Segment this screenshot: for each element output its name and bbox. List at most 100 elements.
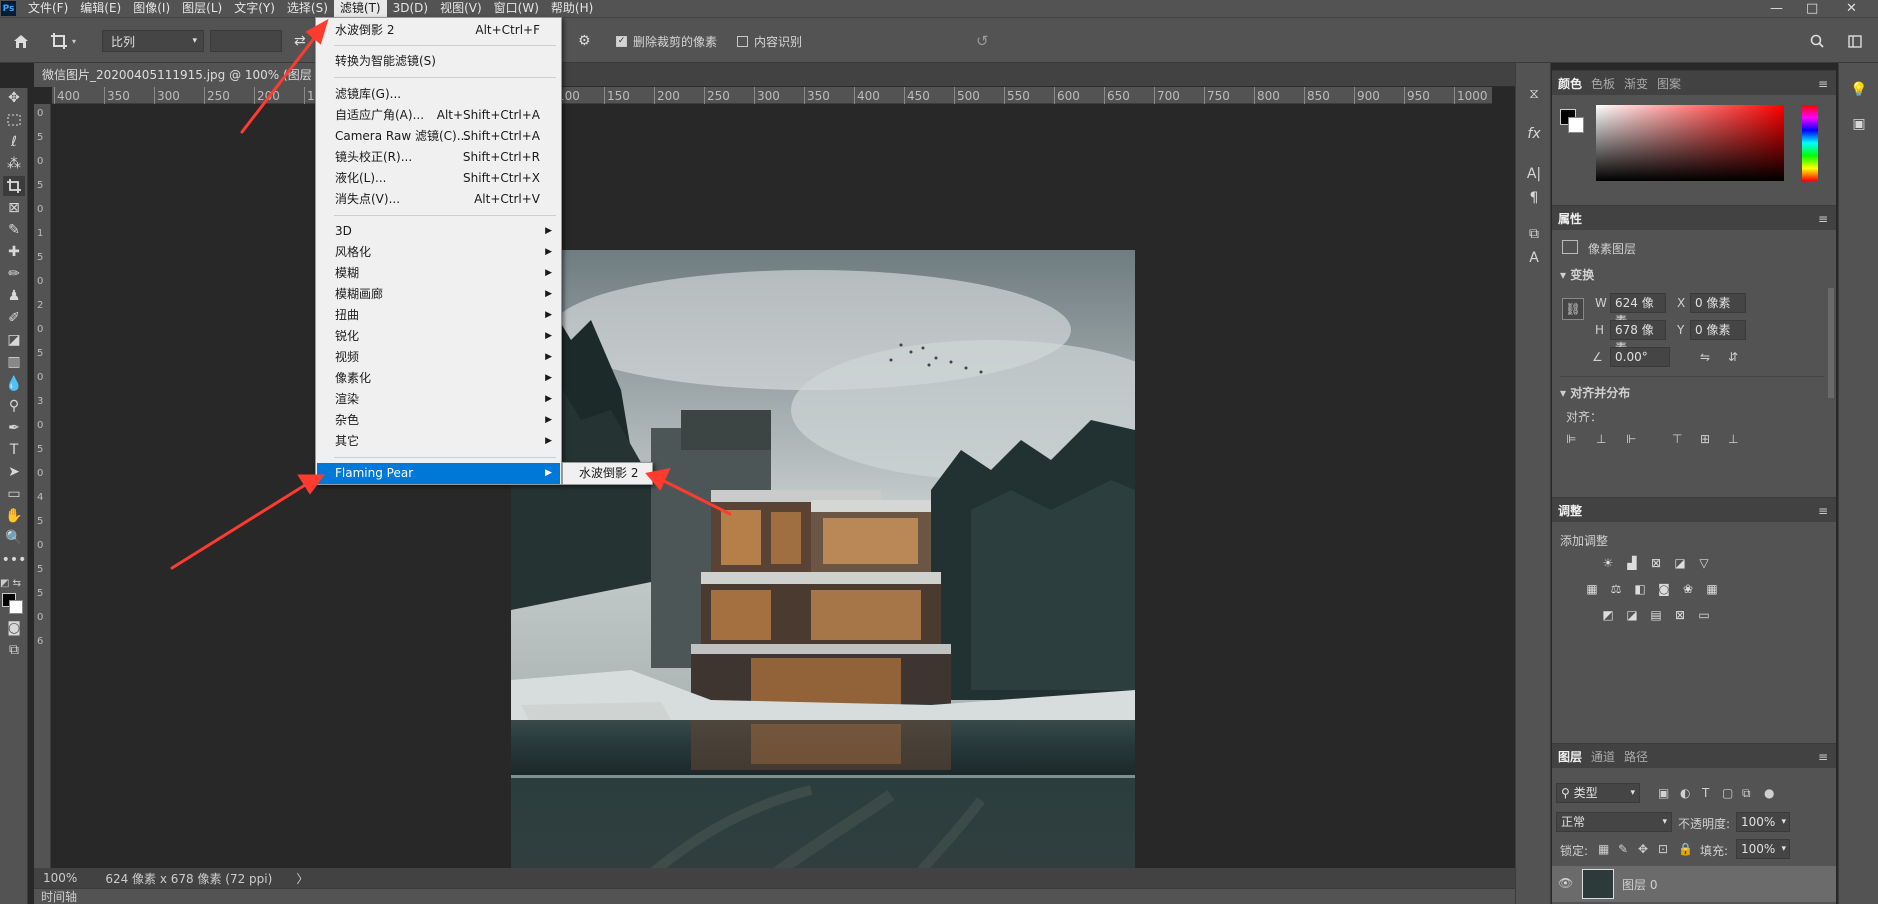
menu-item-distort[interactable]: 扭曲 ▶ <box>317 305 560 326</box>
document-image[interactable] <box>511 250 1135 904</box>
hue-slider[interactable] <box>1802 105 1818 181</box>
screen-mode-icon[interactable]: ⧉ <box>3 640 25 660</box>
eyedropper-icon[interactable]: ✎ <box>3 220 25 240</box>
glyphs-icon[interactable]: A <box>1522 247 1546 269</box>
learn-lightbulb-icon[interactable]: 💡 <box>1847 79 1871 101</box>
tab-patterns[interactable]: 图案 <box>1657 75 1690 92</box>
menu-item-adaptive-wide[interactable]: 自适应广角(A)... Alt+Shift+Ctrl+A <box>317 105 560 126</box>
menu-image[interactable]: 图像(I) <box>127 0 176 17</box>
hue-saturation-icon[interactable]: ▦ <box>1584 582 1600 596</box>
rectangle-tool-icon[interactable]: ▭ <box>3 484 25 504</box>
pen-tool-icon[interactable]: ✒ <box>3 418 25 438</box>
properties-title[interactable]: 属性 <box>1558 210 1591 227</box>
frame-tool-icon[interactable]: ⊠ <box>3 198 25 218</box>
menu-file[interactable]: 文件(F) <box>22 0 74 17</box>
visibility-eye-icon[interactable]: 👁 <box>1558 876 1573 890</box>
reset-icon[interactable]: ↺ <box>976 18 989 64</box>
menu-item-pixelate[interactable]: 像素化 ▶ <box>317 368 560 389</box>
workspace-icon[interactable] <box>1848 18 1862 64</box>
menu-edit[interactable]: 编辑(E) <box>74 0 127 17</box>
layer-filter-dropdown[interactable]: ⚲ 类型 ▾ <box>1556 783 1640 803</box>
invert-icon[interactable]: ◩ <box>1600 608 1616 622</box>
filter-adjust-icon[interactable]: ◐ <box>1680 786 1690 800</box>
menu-item-render[interactable]: 渲染 ▶ <box>317 389 560 410</box>
align-bottom-icon[interactable]: ⊥ <box>1728 432 1738 446</box>
channel-mixer-icon[interactable]: ❀ <box>1680 582 1696 596</box>
menu-item-filter-gallery[interactable]: 滤镜库(G)... <box>317 84 560 105</box>
flip-vertical-icon[interactable]: ⇵ <box>1728 350 1738 364</box>
menu-filter[interactable]: 滤镜(T) <box>333 0 387 17</box>
tab-layers[interactable]: 图层 <box>1558 748 1591 765</box>
minimize-button[interactable]: — <box>1770 0 1783 17</box>
menu-view[interactable]: 视图(V) <box>434 0 488 17</box>
exposure-icon[interactable]: ◪ <box>1672 556 1688 570</box>
black-white-icon[interactable]: ◧ <box>1632 582 1648 596</box>
filter-type-icon[interactable]: T <box>1702 786 1709 800</box>
hand-tool-icon[interactable]: ✋ <box>3 506 25 526</box>
menu-3d[interactable]: 3D(D) <box>387 0 434 17</box>
menu-item-last-filter[interactable]: 水波倒影 2 Alt+Ctrl+F <box>317 20 560 41</box>
gear-icon[interactable]: ⚙ <box>578 18 591 64</box>
properties-scrollbar[interactable] <box>1828 288 1834 398</box>
curves-icon[interactable]: ⊠ <box>1648 556 1664 570</box>
menu-item-lens-correction[interactable]: 镜头校正(R)... Shift+Ctrl+R <box>317 147 560 168</box>
tab-color[interactable]: 颜色 <box>1558 75 1591 92</box>
align-left-icon[interactable]: ⊫ <box>1566 432 1576 446</box>
filter-toggle-icon[interactable]: ● <box>1764 786 1774 800</box>
filter-shape-icon[interactable]: ▢ <box>1722 786 1733 800</box>
move-tool-icon[interactable]: ✥ <box>3 88 25 108</box>
eraser-icon[interactable]: ◪ <box>3 330 25 350</box>
adjustments-title[interactable]: 调整 <box>1558 502 1591 519</box>
blend-mode-dropdown[interactable]: 正常 ▾ <box>1556 812 1672 832</box>
levels-icon[interactable]: ▟ <box>1624 556 1640 570</box>
zoom-level[interactable]: 100% <box>43 871 77 885</box>
tab-gradients[interactable]: 渐变 <box>1624 75 1657 92</box>
y-field[interactable]: 0 像素 <box>1690 320 1746 340</box>
gradient-map-icon[interactable]: ▭ <box>1696 608 1712 622</box>
lock-all-icon[interactable]: 🔒 <box>1678 842 1693 856</box>
menu-item-other[interactable]: 其它 ▶ <box>317 431 560 452</box>
tab-swatches[interactable]: 色板 <box>1591 75 1624 92</box>
maximize-button[interactable]: □ <box>1806 0 1818 17</box>
opacity-field[interactable]: 100% ▾ <box>1736 812 1790 832</box>
align-right-icon[interactable]: ⊩ <box>1626 432 1636 446</box>
align-section[interactable]: ▾ 对齐并分布 <box>1560 384 1630 401</box>
quick-mask-icon[interactable]: ◙ <box>3 618 25 638</box>
x-field[interactable]: 0 像素 <box>1690 293 1746 313</box>
content-aware-checkbox[interactable]: 内容识别 <box>737 18 802 64</box>
history-icon[interactable]: ⧖ <box>1522 83 1546 105</box>
swap-colors-icon[interactable]: ◩ ⇆ <box>0 578 28 592</box>
tab-channels[interactable]: 通道 <box>1591 748 1624 765</box>
fx-icon[interactable]: fx <box>1522 123 1546 145</box>
color-field[interactable] <box>1596 105 1784 181</box>
menu-item-flaming-pear[interactable]: Flaming Pear ▶ <box>317 463 560 484</box>
link-icon[interactable]: ⛓ <box>1562 298 1584 320</box>
home-icon[interactable] <box>10 18 32 64</box>
flip-horizontal-icon[interactable]: ⇋ <box>1700 350 1710 364</box>
selective-color-icon[interactable]: ⊠ <box>1672 608 1688 622</box>
crop-tool-preset-icon[interactable]: ▾ <box>50 18 86 64</box>
menu-item-liquify[interactable]: 液化(L)... Shift+Ctrl+X <box>317 168 560 189</box>
filter-pixel-icon[interactable]: ▣ <box>1658 786 1669 800</box>
libraries-icon[interactable]: ▣ <box>1847 113 1871 135</box>
delete-cropped-checkbox[interactable]: ✓ 删除裁剪的像素 <box>616 18 717 64</box>
status-menu-arrow[interactable]: 〉 <box>296 870 308 887</box>
vibrance-icon[interactable]: ▽ <box>1696 556 1712 570</box>
clone-source-icon[interactable]: ⧉ <box>1522 223 1546 245</box>
panel-menu-icon[interactable]: ≡ <box>1818 212 1828 226</box>
align-top-icon[interactable]: ⊤ <box>1672 432 1682 446</box>
menu-item-blur-gallery[interactable]: 模糊画廊 ▶ <box>317 284 560 305</box>
menu-help[interactable]: 帮助(H) <box>545 0 599 17</box>
tab-paths[interactable]: 路径 <box>1624 748 1657 765</box>
healing-brush-icon[interactable]: ✚ <box>3 242 25 262</box>
bg-color-swatch[interactable] <box>1568 117 1584 133</box>
menu-window[interactable]: 窗口(W) <box>488 0 545 17</box>
menu-item-noise[interactable]: 杂色 ▶ <box>317 410 560 431</box>
lock-position-icon[interactable]: ✥ <box>1638 842 1648 856</box>
crop-tool-icon[interactable] <box>3 176 25 196</box>
timeline-tab[interactable]: 时间轴 <box>34 888 1542 904</box>
menu-type[interactable]: 文字(Y) <box>228 0 281 17</box>
transform-section[interactable]: ▾ 变换 <box>1560 266 1594 283</box>
filter-smart-icon[interactable]: ⧉ <box>1742 786 1751 801</box>
swap-icon[interactable]: ⇄ <box>294 18 306 64</box>
